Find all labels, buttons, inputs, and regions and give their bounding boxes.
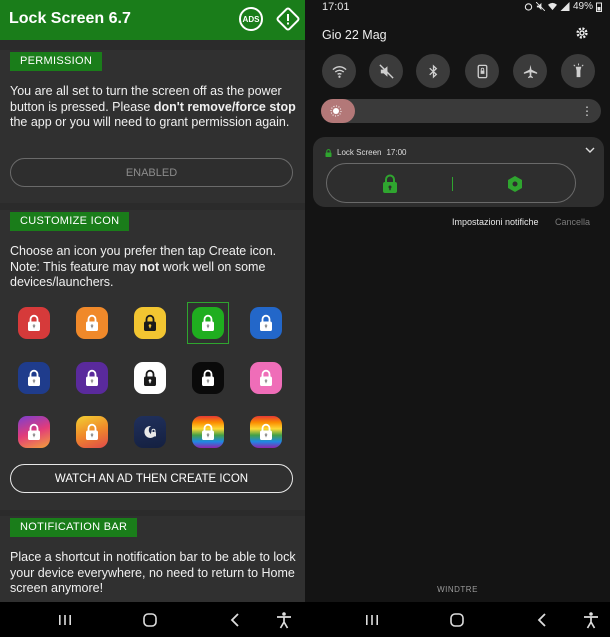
- qs-sound-toggle[interactable]: [369, 54, 403, 88]
- shield-action-icon[interactable]: [506, 175, 524, 193]
- lock-icon: [202, 369, 214, 386]
- bluetooth-icon: [428, 64, 437, 78]
- brightness-sun-icon: [330, 105, 342, 117]
- icon-grid: [0, 302, 305, 453]
- icon-option-black[interactable]: [192, 362, 224, 394]
- lock-icon: [86, 369, 98, 386]
- notification-bar-section: NOTIFICATION BAR Place a shortcut in not…: [0, 516, 305, 602]
- notification-action-bar: [326, 163, 576, 203]
- brightness-slider[interactable]: ⋮: [321, 99, 601, 123]
- qs-wifi-toggle[interactable]: [322, 54, 356, 88]
- warning-icon[interactable]: [275, 6, 301, 32]
- icon-option-sunset-gradient[interactable]: [18, 416, 50, 448]
- permission-text: You are all set to turn the screen off a…: [10, 84, 296, 129]
- home-icon[interactable]: [140, 610, 160, 630]
- customize-text: Choose an icon you prefer then tap Creat…: [10, 244, 277, 289]
- notification-settings-link[interactable]: Impostazioni notifiche: [452, 217, 539, 227]
- moon-lock-icon: [144, 425, 156, 438]
- qs-flashlight-toggle[interactable]: [561, 54, 595, 88]
- watch-ad-create-icon-button[interactable]: WATCH AN AD THEN CREATE ICON: [10, 464, 293, 493]
- lock-icon: [260, 369, 272, 386]
- lock-icon: [260, 314, 272, 331]
- app-bar: Lock Screen 6.7 ADS: [0, 0, 305, 40]
- permission-section: PERMISSION You are all set to turn the s…: [0, 50, 305, 203]
- permission-heading: PERMISSION: [10, 52, 103, 71]
- lock-icon: [144, 369, 156, 386]
- icon-option-blue[interactable]: [250, 307, 282, 339]
- flashlight-icon: [572, 62, 584, 77]
- wifi-icon: [547, 2, 557, 11]
- lock-icon: [28, 314, 40, 331]
- icon-option-red[interactable]: [18, 307, 50, 339]
- lock-icon: [86, 423, 98, 440]
- status-time: 17:01: [322, 1, 350, 13]
- customize-icon-section: CUSTOMIZE ICON Choose an icon you prefer…: [0, 210, 305, 510]
- lock-icon: [28, 423, 40, 440]
- icon-option-orange[interactable]: [76, 307, 108, 339]
- lock-icon: [202, 314, 214, 331]
- icon-option-navy[interactable]: [18, 362, 50, 394]
- qs-bluetooth-toggle[interactable]: [416, 54, 450, 88]
- app-screen: Lock Screen 6.7 ADS PERMISSION You are a…: [0, 0, 305, 637]
- recent-apps-icon[interactable]: [55, 610, 75, 630]
- portrait-lock-icon: [477, 64, 487, 78]
- signal-icon: [560, 2, 570, 11]
- chevron-down-icon[interactable]: [584, 145, 596, 155]
- lock-icon: [260, 423, 272, 440]
- system-nav-bar: [0, 602, 305, 637]
- carrier-label: WINDTRE: [437, 585, 478, 594]
- notification-bar-heading: NOTIFICATION BAR: [10, 518, 138, 537]
- brightness-more-icon[interactable]: ⋮: [581, 104, 593, 118]
- icon-option-purple[interactable]: [76, 362, 108, 394]
- notification-shade: 17:01 49% Gio 22 Mag ⋮ Lock Screen 17:00…: [305, 0, 610, 637]
- back-icon[interactable]: [533, 610, 553, 630]
- status-icons: 49%: [524, 1, 602, 12]
- qs-autorotate-toggle[interactable]: [465, 54, 499, 88]
- notification-bar-text: Place a shortcut in notification bar to …: [10, 550, 296, 595]
- alarm-icon: [524, 3, 533, 11]
- app-title: Lock Screen 6.7: [9, 10, 131, 27]
- ads-button[interactable]: ADS: [239, 7, 263, 31]
- icon-option-pink[interactable]: [250, 362, 282, 394]
- lock-icon: [86, 314, 98, 331]
- mute-icon: [535, 2, 545, 11]
- settings-gear-icon[interactable]: [575, 26, 589, 40]
- quick-settings-row: [305, 54, 610, 88]
- lock-screen-action-icon[interactable]: [381, 174, 399, 194]
- recent-apps-icon[interactable]: [362, 610, 382, 630]
- notification-time: 17:00: [386, 148, 407, 157]
- battery-percent: 49%: [572, 1, 593, 12]
- status-bar: 17:01 49%: [305, 0, 610, 14]
- system-nav-bar: [305, 602, 610, 637]
- battery-icon: [596, 2, 602, 12]
- lock-icon: [202, 423, 214, 440]
- lock-screen-notification[interactable]: Lock Screen 17:00: [313, 137, 604, 207]
- notification-app-name: Lock Screen: [337, 148, 382, 157]
- lock-icon: [144, 314, 156, 331]
- back-icon[interactable]: [226, 610, 246, 630]
- icon-option-yellow[interactable]: [134, 307, 166, 339]
- accessibility-icon[interactable]: [581, 610, 601, 630]
- action-divider: [452, 177, 453, 191]
- mute-icon: [378, 63, 394, 79]
- icon-option-night-sky[interactable]: [134, 416, 166, 448]
- enabled-button[interactable]: ENABLED: [10, 158, 293, 187]
- clear-notifications-link[interactable]: Cancella: [555, 217, 590, 227]
- accessibility-icon[interactable]: [274, 610, 294, 630]
- notification-header: Lock Screen 17:00: [325, 148, 407, 157]
- home-icon[interactable]: [447, 610, 467, 630]
- lock-icon: [325, 148, 332, 157]
- icon-option-rainbow[interactable]: [192, 416, 224, 448]
- icon-option-amber-gradient[interactable]: [76, 416, 108, 448]
- shade-date: Gio 22 Mag: [322, 28, 387, 42]
- wifi-icon: [331, 65, 347, 78]
- qs-airplane-toggle[interactable]: [513, 54, 547, 88]
- icon-option-green[interactable]: [192, 307, 224, 339]
- icon-option-white[interactable]: [134, 362, 166, 394]
- customize-heading: CUSTOMIZE ICON: [10, 212, 130, 231]
- icon-option-rainbow-2[interactable]: [250, 416, 282, 448]
- airplane-icon: [523, 64, 537, 78]
- lock-icon: [28, 369, 40, 386]
